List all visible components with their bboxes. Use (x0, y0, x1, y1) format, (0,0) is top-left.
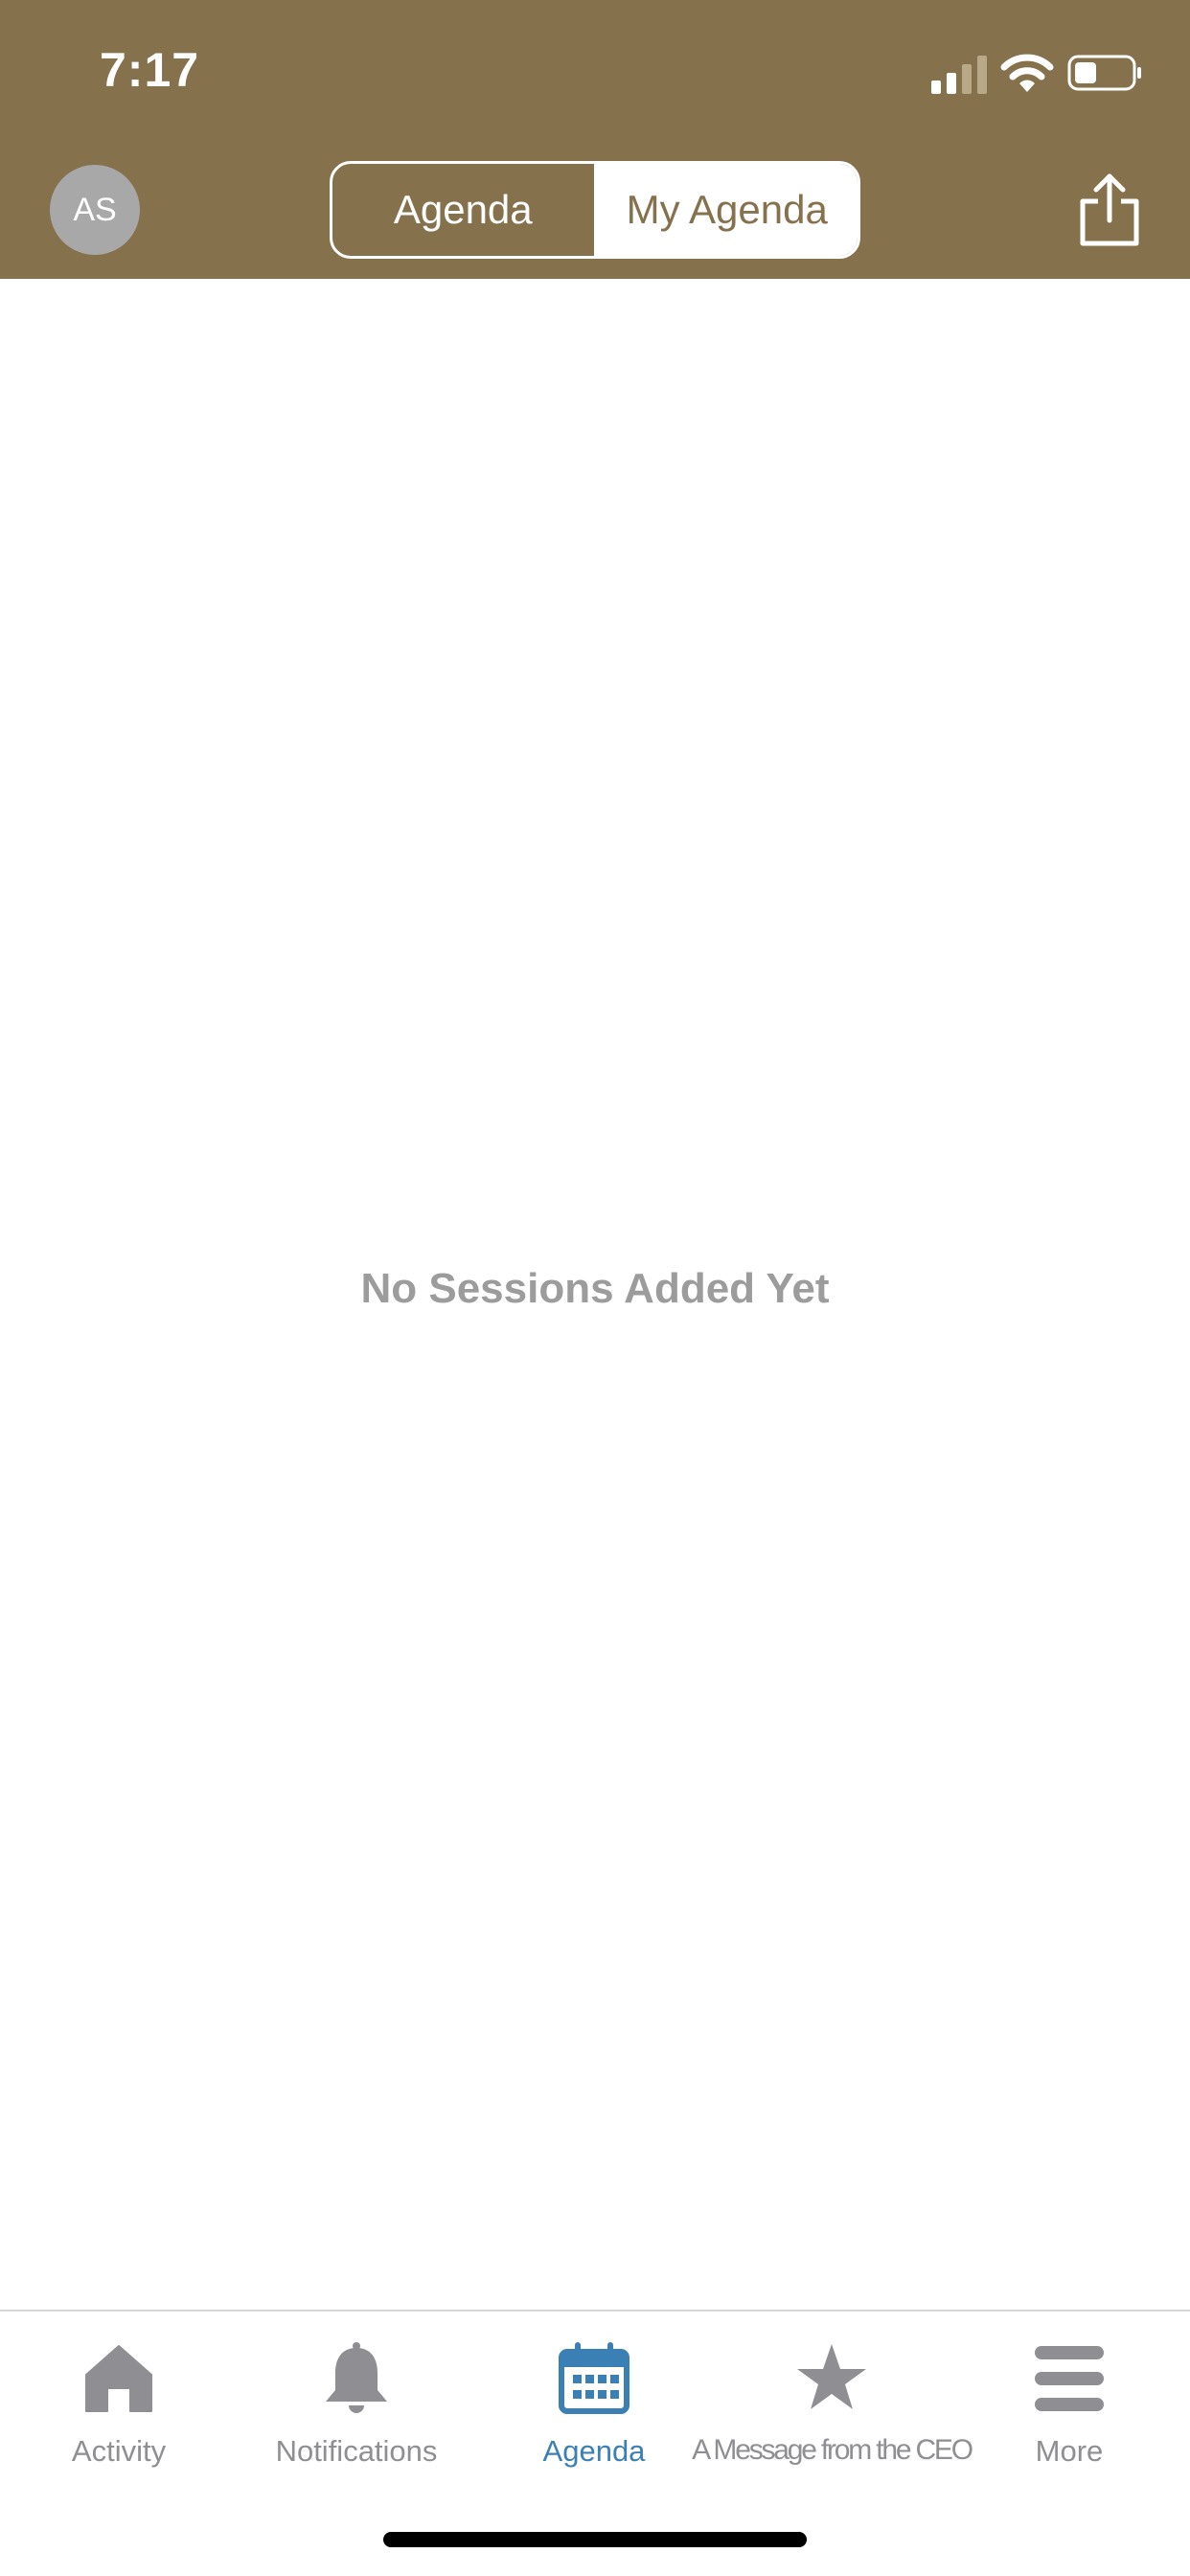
calendar-icon (559, 2342, 629, 2414)
top-header: 7:17 AS Agenda My Agenda (0, 0, 1190, 279)
tab-ceo-message[interactable]: A Message from the CEO (692, 2340, 973, 2494)
share-icon[interactable] (1075, 171, 1144, 247)
tab-agenda[interactable]: Agenda (475, 2340, 713, 2494)
tab-more[interactable]: More (950, 2340, 1188, 2494)
tab-activity[interactable]: Activity (0, 2340, 238, 2494)
tab-agenda-label: Agenda (542, 2434, 646, 2468)
tab-activity-label: Activity (71, 2434, 167, 2468)
tab-notifications[interactable]: Notifications (238, 2340, 475, 2494)
home-indicator (383, 2532, 807, 2547)
menu-icon (1035, 2346, 1104, 2411)
agenda-segmented-control: Agenda My Agenda (330, 161, 860, 259)
empty-state-message: No Sessions Added Yet (360, 1265, 830, 1312)
battery-icon (1067, 55, 1141, 91)
home-icon (85, 2345, 152, 2412)
tab-ceo-message-label: A Message from the CEO (692, 2434, 973, 2466)
segment-agenda[interactable]: Agenda (332, 164, 597, 256)
bell-icon (326, 2342, 387, 2413)
avatar[interactable]: AS (50, 165, 140, 255)
tab-more-label: More (1035, 2434, 1104, 2468)
segment-my-agenda[interactable]: My Agenda (596, 164, 858, 256)
status-time: 7:17 (100, 43, 200, 97)
star-icon (797, 2344, 866, 2409)
tab-notifications-label: Notifications (275, 2434, 438, 2468)
cellular-signal-icon (931, 56, 987, 94)
wifi-icon (1000, 54, 1054, 92)
